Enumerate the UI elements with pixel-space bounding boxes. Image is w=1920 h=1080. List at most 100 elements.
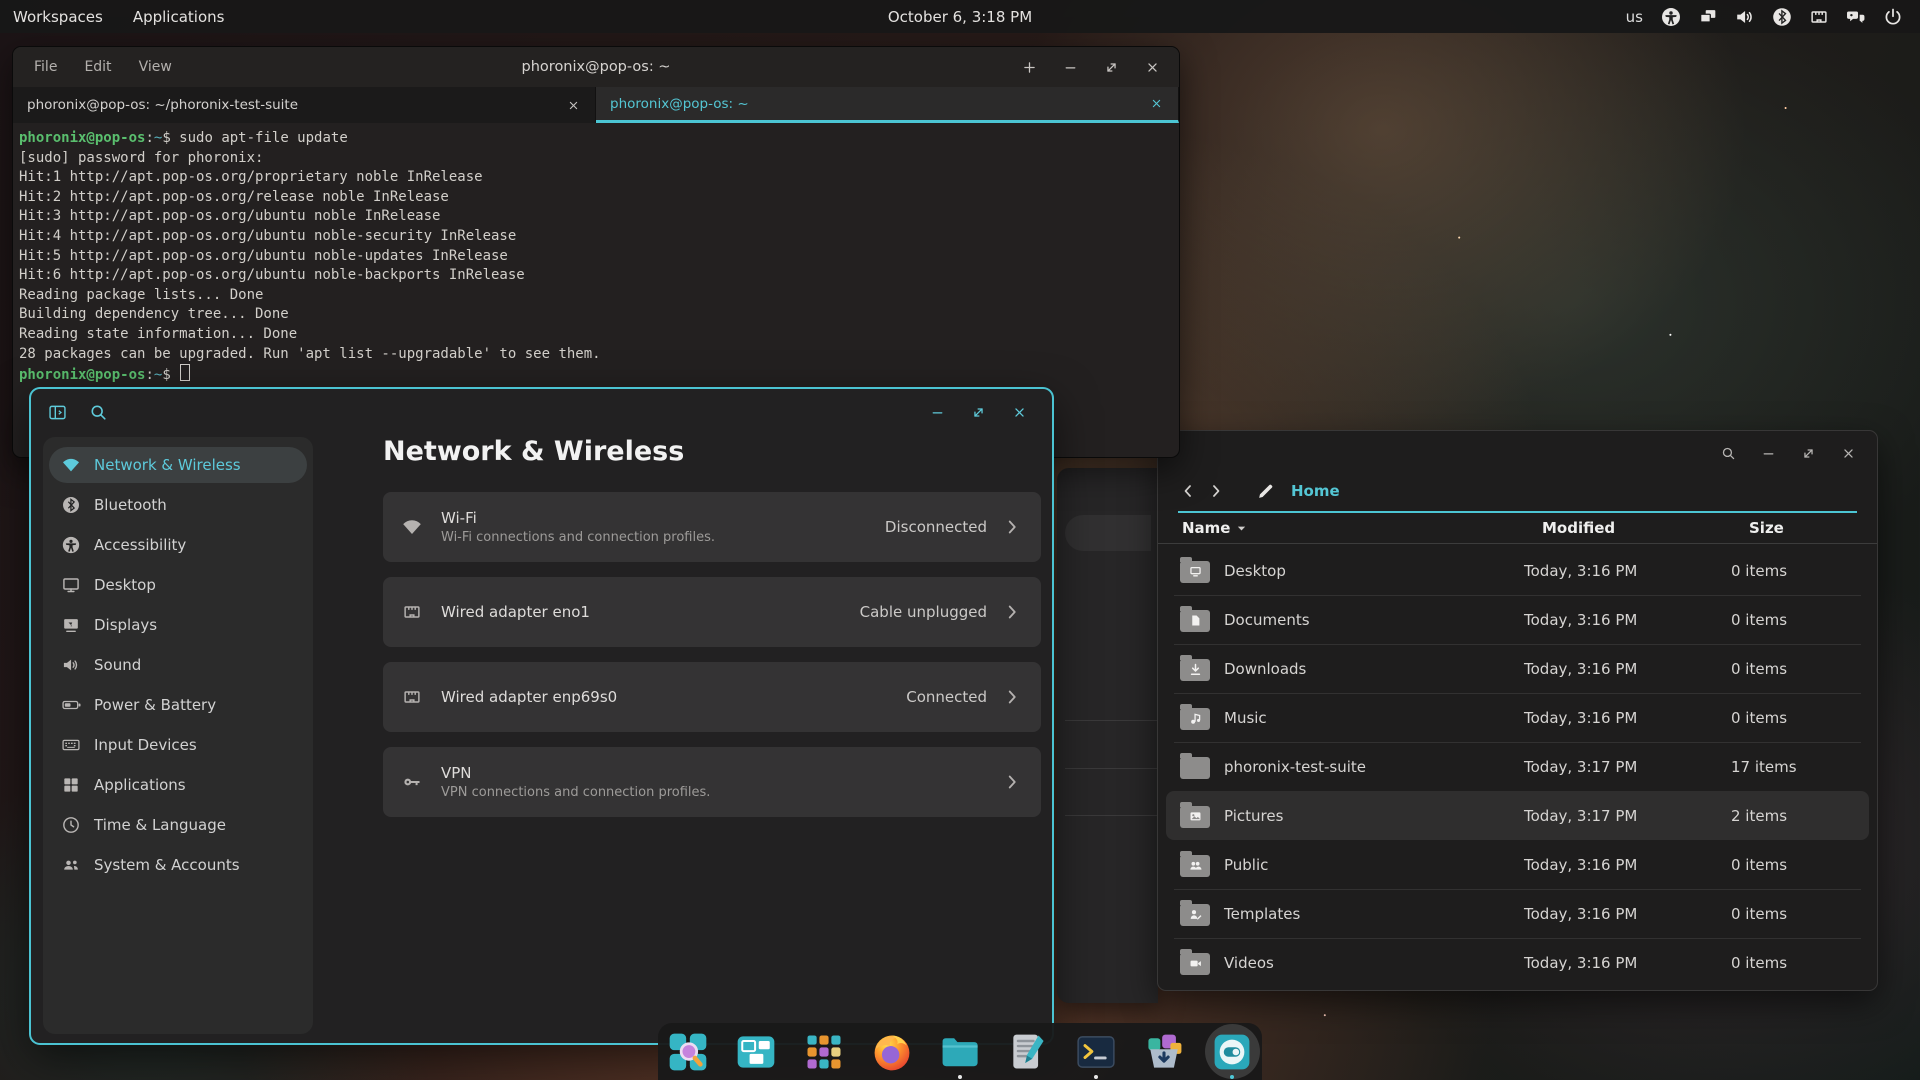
sidebar-item-label: Power & Battery <box>94 696 216 714</box>
notifications-icon[interactable] <box>1845 6 1867 28</box>
file-row-music[interactable]: MusicToday, 3:16 PM0 items <box>1166 693 1869 742</box>
settings-card-wi-fi[interactable]: Wi-FiWi-Fi connections and connection pr… <box>383 492 1041 562</box>
search-icon[interactable] <box>88 402 109 423</box>
minimize-button[interactable] <box>1062 59 1079 76</box>
volume-icon <box>61 655 81 675</box>
sidebar-item-label: System & Accounts <box>94 856 240 874</box>
terminal-tab-phoronix-pop-os[interactable]: phoronix@pop-os: ~ <box>596 87 1179 123</box>
column-header-modified[interactable]: Modified <box>1542 519 1749 537</box>
file-size: 17 items <box>1731 758 1857 776</box>
settings-card-vpn[interactable]: VPNVPN connections and connection profil… <box>383 747 1041 817</box>
breadcrumb-location[interactable]: Home <box>1291 482 1340 500</box>
edit-path-icon[interactable] <box>1256 482 1275 501</box>
app-grid-icon <box>802 1030 846 1074</box>
file-row-templates[interactable]: TemplatesToday, 3:16 PM0 items <box>1166 889 1869 938</box>
page-title: Network & Wireless <box>383 436 1052 467</box>
maximize-button[interactable] <box>1800 445 1817 462</box>
terminal-output[interactable]: phoronix@pop-os:~$ sudo apt-file update[… <box>13 123 1179 386</box>
dock-item-files[interactable] <box>937 1026 984 1078</box>
sidebar-item-power-battery[interactable]: Power & Battery <box>49 687 307 723</box>
terminal-line: [sudo] password for phoronix: <box>19 149 1171 169</box>
sidebar-toggle-icon[interactable] <box>47 402 68 423</box>
new-tab-button[interactable] <box>1021 59 1038 76</box>
background-window[interactable] <box>1057 468 1158 1003</box>
file-size: 0 items <box>1731 954 1857 972</box>
dock-item-text-editor[interactable] <box>1005 1026 1052 1078</box>
maximize-button[interactable] <box>1103 59 1120 76</box>
terminal-app-icon <box>1074 1030 1118 1074</box>
settings-card-wired-adapter-eno1[interactable]: Wired adapter eno1Cable unplugged <box>383 577 1041 647</box>
file-row-videos[interactable]: VideosToday, 3:16 PM0 items <box>1166 938 1869 987</box>
file-row-phoronix-test-suite[interactable]: phoronix-test-suiteToday, 3:17 PM17 item… <box>1166 742 1869 791</box>
desktop: WorkspacesApplications October 6, 3:18 P… <box>0 0 1920 1080</box>
terminal-titlebar[interactable]: File Edit View phoronix@pop-os: ~ <box>13 47 1179 87</box>
terminal-line: Reading state information... Done <box>19 325 1171 345</box>
terminal-line: Building dependency tree... Done <box>19 305 1171 325</box>
file-name-label: Videos <box>1224 954 1274 972</box>
folder-icon <box>1180 610 1210 632</box>
tab-close-button[interactable] <box>1149 96 1164 111</box>
close-button[interactable] <box>1144 59 1161 76</box>
bluetooth-icon[interactable] <box>1771 6 1793 28</box>
column-header-name[interactable]: Name <box>1178 519 1542 537</box>
folder-icon <box>1180 953 1210 975</box>
power-icon[interactable] <box>1882 6 1904 28</box>
sidebar-item-displays[interactable]: Displays <box>49 607 307 643</box>
file-row-public[interactable]: PublicToday, 3:16 PM0 items <box>1166 840 1869 889</box>
forward-button[interactable] <box>1206 481 1226 501</box>
chevron-right-icon <box>1001 686 1023 708</box>
dock-item-settings[interactable] <box>1209 1026 1256 1078</box>
files-titlebar[interactable] <box>1158 431 1877 475</box>
sidebar-item-desktop[interactable]: Desktop <box>49 567 307 603</box>
sidebar-item-time-language[interactable]: Time & Language <box>49 807 307 843</box>
sidebar-item-accessibility[interactable]: Accessibility <box>49 527 307 563</box>
terminal-tab-phoronix-pop-os-phoronix-test-suite[interactable]: phoronix@pop-os: ~/phoronix-test-suite <box>13 87 596 123</box>
dock-item-firefox[interactable] <box>869 1026 916 1078</box>
terminal-line: phoronix@pop-os:~$ sudo apt-file update <box>19 129 1171 149</box>
sidebar-item-sound[interactable]: Sound <box>49 647 307 683</box>
settings-app-icon <box>1210 1030 1254 1074</box>
files-column-headers: Name Modified Size <box>1158 513 1877 544</box>
sidebar-item-system-accounts[interactable]: System & Accounts <box>49 847 307 883</box>
terminal-menu-file[interactable]: File <box>34 59 57 75</box>
text-editor-icon <box>1006 1030 1050 1074</box>
dock-item-app-library[interactable] <box>801 1026 848 1078</box>
keyboard-layout-indicator[interactable]: us <box>1626 8 1643 26</box>
sidebar-item-network-wireless[interactable]: Network & Wireless <box>49 447 307 483</box>
sidebar-item-input-devices[interactable]: Input Devices <box>49 727 307 763</box>
dock-item-terminal[interactable] <box>1073 1026 1120 1078</box>
accessibility-icon[interactable] <box>1660 6 1682 28</box>
stacked-windows-icon[interactable] <box>1697 6 1719 28</box>
volume-icon[interactable] <box>1734 6 1756 28</box>
dock-item-launcher[interactable] <box>665 1026 712 1078</box>
file-row-downloads[interactable]: DownloadsToday, 3:16 PM0 items <box>1166 644 1869 693</box>
sidebar-item-bluetooth[interactable]: Bluetooth <box>49 487 307 523</box>
ethernet-icon[interactable] <box>1808 6 1830 28</box>
files-app-icon <box>938 1030 982 1074</box>
terminal-cursor <box>180 364 190 381</box>
search-button[interactable] <box>1720 445 1737 462</box>
back-button[interactable] <box>1178 481 1198 501</box>
file-row-pictures[interactable]: PicturesToday, 3:17 PM2 items <box>1166 791 1869 840</box>
terminal-menu-view[interactable]: View <box>139 59 172 75</box>
tab-close-button[interactable] <box>566 98 581 113</box>
file-modified: Today, 3:16 PM <box>1524 856 1731 874</box>
close-button[interactable] <box>1840 445 1857 462</box>
topbar-menu-workspaces[interactable]: Workspaces <box>13 8 103 26</box>
folder-icon <box>1180 708 1210 730</box>
clock-icon <box>61 815 81 835</box>
minimize-button[interactable] <box>1760 445 1777 462</box>
terminal-line: phoronix@pop-os:~$ <box>19 364 1171 386</box>
file-row-desktop[interactable]: DesktopToday, 3:16 PM0 items <box>1166 546 1869 595</box>
dock-item-software-installer[interactable] <box>1141 1026 1188 1078</box>
settings-card-wired-adapter-enp69s0[interactable]: Wired adapter enp69s0Connected <box>383 662 1041 732</box>
sidebar-item-applications[interactable]: Applications <box>49 767 307 803</box>
terminal-line: Hit:6 http://apt.pop-os.org/ubuntu noble… <box>19 266 1171 286</box>
terminal-window-title: phoronix@pop-os: ~ <box>13 59 1179 75</box>
file-size: 0 items <box>1731 660 1857 678</box>
terminal-menu-edit[interactable]: Edit <box>84 59 111 75</box>
column-header-size[interactable]: Size <box>1749 519 1857 537</box>
topbar-menu-applications[interactable]: Applications <box>133 8 225 26</box>
file-row-documents[interactable]: DocumentsToday, 3:16 PM0 items <box>1166 595 1869 644</box>
dock-item-workspaces[interactable] <box>733 1026 780 1078</box>
